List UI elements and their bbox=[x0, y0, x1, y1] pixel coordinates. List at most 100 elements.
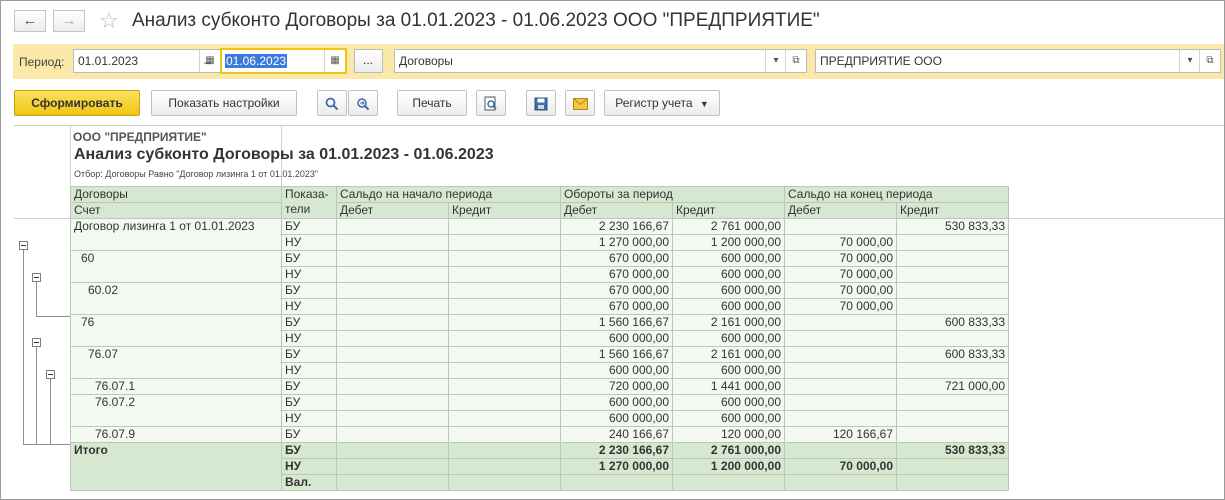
period-label: Период: bbox=[19, 55, 65, 69]
date-to-value: 01.06.2023 bbox=[225, 54, 288, 68]
envelope-icon bbox=[572, 97, 588, 110]
value-cell: 721 000,00 bbox=[896, 378, 1009, 395]
subconto-field[interactable]: Договоры ▾ ⧉ bbox=[394, 49, 807, 73]
table-row[interactable]: 60 БУ 670 000,00 600 000,00 70 000,00 bbox=[70, 250, 1009, 283]
forward-button[interactable]: → bbox=[53, 10, 85, 32]
value-cell bbox=[560, 474, 673, 491]
table-row[interactable]: Договор лизинга 1 от 01.01.2023 БУ 2 230 1… bbox=[70, 218, 1009, 251]
value-cell bbox=[336, 218, 449, 235]
indicator-cell: БУ bbox=[281, 250, 337, 267]
table-row[interactable]: Итого БУ 2 230 166,67 2 761 000,00 530 833,3… bbox=[70, 442, 1009, 491]
table-row[interactable]: 76.07 БУ 1 560 166,67 2 161 000,00 600 833,3… bbox=[70, 346, 1009, 379]
value-cell bbox=[784, 378, 897, 395]
value-cell: 530 833,33 bbox=[896, 218, 1009, 235]
value-cell bbox=[896, 458, 1009, 475]
value-cell: 600 000,00 bbox=[672, 282, 785, 299]
value-cell bbox=[784, 394, 897, 411]
value-cell: 600 000,00 bbox=[560, 394, 673, 411]
header-debit: Дебет bbox=[784, 202, 897, 219]
value-cell: 2 161 000,00 bbox=[672, 346, 785, 363]
value-cell bbox=[448, 458, 561, 475]
save-button[interactable] bbox=[526, 90, 556, 116]
value-cell bbox=[448, 282, 561, 299]
search-icon bbox=[325, 97, 339, 111]
collapse-icon[interactable] bbox=[32, 338, 41, 347]
value-cell bbox=[896, 234, 1009, 251]
value-cell bbox=[336, 394, 449, 411]
value-cell bbox=[448, 362, 561, 379]
table-row[interactable]: 76.07.1 БУ 720 000,00 1 441 000,00 721 000,0… bbox=[70, 378, 1009, 395]
show-settings-button[interactable]: Показать настройки bbox=[151, 90, 297, 116]
report-filter: Отбор: Договоры Равно "Договор лизинга 1… bbox=[74, 169, 319, 179]
indicator-cell: НУ bbox=[281, 410, 337, 427]
period-select-button[interactable]: ... bbox=[354, 49, 383, 73]
filter-bar: Период: 01.01.2023 ▦ – 01.06.2023 ▦ ... … bbox=[13, 44, 1224, 79]
report-org: ООО "ПРЕДПРИЯТИЕ" bbox=[73, 130, 207, 144]
indicator-cell: НУ bbox=[281, 458, 337, 475]
date-to-field[interactable]: 01.06.2023 ▦ bbox=[220, 48, 347, 74]
value-cell: 1 560 166,67 bbox=[560, 314, 673, 331]
value-cell: 70 000,00 bbox=[784, 298, 897, 315]
chevron-down-icon[interactable]: ▾ bbox=[1179, 50, 1200, 72]
value-cell bbox=[336, 330, 449, 347]
report-window: ← → ☆ Анализ субконто Договоры за 01.01.… bbox=[0, 0, 1225, 500]
value-cell bbox=[336, 410, 449, 427]
table-row[interactable]: 76 БУ 1 560 166,67 2 161 000,00 600 833,33 bbox=[70, 314, 1009, 347]
indicator-cell: НУ bbox=[281, 234, 337, 251]
open-icon[interactable]: ⧉ bbox=[785, 50, 806, 72]
value-cell: 2 230 166,67 bbox=[560, 218, 673, 235]
value-cell: 70 000,00 bbox=[784, 234, 897, 251]
value-cell: 70 000,00 bbox=[784, 282, 897, 299]
value-cell: 600 000,00 bbox=[672, 330, 785, 347]
generate-button[interactable]: Сформировать bbox=[14, 90, 140, 116]
value-cell: 600 000,00 bbox=[672, 266, 785, 283]
search-next-button[interactable] bbox=[348, 90, 378, 116]
value-cell bbox=[448, 474, 561, 491]
indicator-cell: НУ bbox=[281, 298, 337, 315]
value-cell: 1 560 166,67 bbox=[560, 346, 673, 363]
value-cell bbox=[336, 474, 449, 491]
calendar-icon[interactable]: ▦ bbox=[324, 50, 345, 72]
value-cell bbox=[336, 234, 449, 251]
value-cell bbox=[896, 282, 1009, 299]
collapse-icon[interactable] bbox=[46, 370, 55, 379]
header-indicators: Показа- тели bbox=[281, 186, 337, 219]
value-cell: 2 761 000,00 bbox=[672, 442, 785, 459]
collapse-icon[interactable] bbox=[32, 273, 41, 282]
value-cell bbox=[336, 346, 449, 363]
print-button[interactable]: Печать bbox=[397, 90, 467, 116]
row-name: 76 bbox=[70, 314, 282, 347]
value-cell bbox=[336, 250, 449, 267]
value-cell bbox=[784, 218, 897, 235]
table-row[interactable]: 76.07.2 БУ 600 000,00 600 000,00 bbox=[70, 394, 1009, 427]
print-preview-icon bbox=[484, 96, 497, 111]
open-icon[interactable]: ⧉ bbox=[1199, 50, 1220, 72]
value-cell bbox=[896, 394, 1009, 411]
preview-button[interactable] bbox=[476, 90, 506, 116]
indicator-cell: НУ bbox=[281, 266, 337, 283]
send-email-button[interactable] bbox=[565, 90, 595, 116]
value-cell bbox=[448, 314, 561, 331]
collapse-icon[interactable] bbox=[19, 241, 28, 250]
value-cell: 600 000,00 bbox=[672, 250, 785, 267]
row-name: 60.02 bbox=[70, 282, 282, 315]
value-cell: 530 833,33 bbox=[896, 442, 1009, 459]
accounting-register-button[interactable]: Регистр учета ▼ bbox=[604, 90, 720, 116]
indicator-cell: БУ bbox=[281, 218, 337, 235]
search-button[interactable] bbox=[317, 90, 347, 116]
value-cell bbox=[336, 362, 449, 379]
table-row[interactable]: 60.02 БУ 670 000,00 600 000,00 70 000,00 bbox=[70, 282, 1009, 315]
date-from-field[interactable]: 01.01.2023 ▦ bbox=[73, 49, 221, 73]
search-next-icon bbox=[357, 98, 370, 111]
star-icon[interactable]: ☆ bbox=[99, 8, 119, 34]
value-cell: 120 000,00 bbox=[672, 426, 785, 443]
organization-field[interactable]: ПРЕДПРИЯТИЕ ООО ▾ ⧉ bbox=[815, 49, 1221, 73]
back-button[interactable]: ← bbox=[14, 10, 46, 32]
chevron-down-icon[interactable]: ▾ bbox=[765, 50, 786, 72]
value-cell: 600 000,00 bbox=[560, 362, 673, 379]
value-cell: 240 166,67 bbox=[560, 426, 673, 443]
table-row[interactable]: 76.07.9 БУ 240 166,67 120 000,00 120 166,67 bbox=[70, 426, 1009, 443]
value-cell bbox=[448, 410, 561, 427]
value-cell bbox=[336, 426, 449, 443]
value-cell bbox=[336, 442, 449, 459]
